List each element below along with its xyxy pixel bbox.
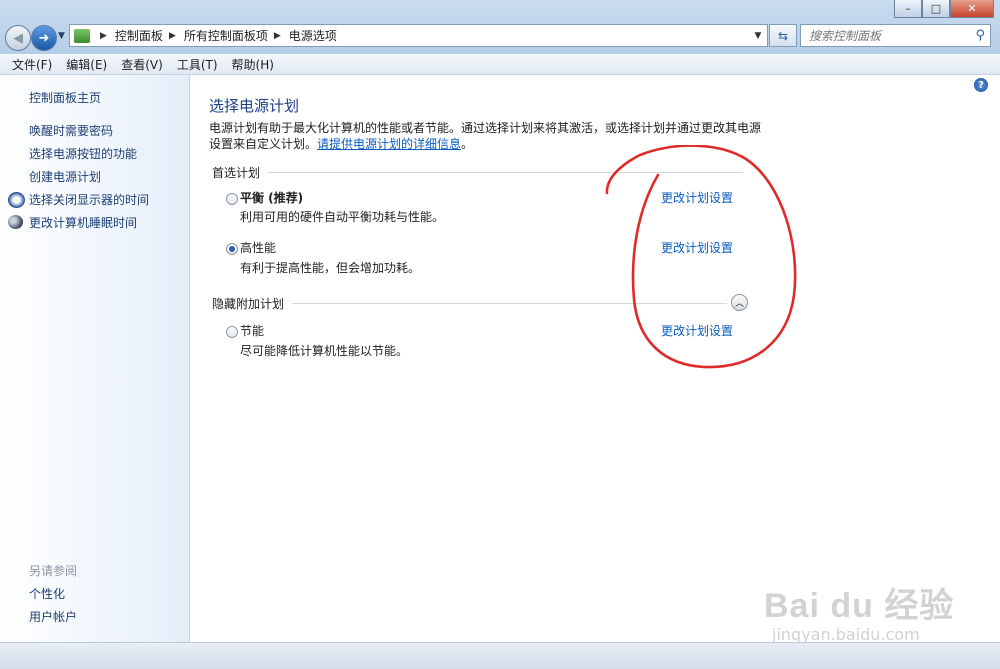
address-bar[interactable]: ▶ 控制面板 ▶ 所有控制面板项 ▶ 电源选项 ▼ bbox=[69, 24, 768, 47]
chevron-down-icon: ▼ bbox=[58, 31, 65, 41]
back-button[interactable]: ◀ bbox=[5, 25, 31, 51]
minimize-button[interactable]: – bbox=[894, 0, 922, 18]
plan-radio-power-saver[interactable] bbox=[226, 326, 238, 338]
search-box[interactable]: ⚲ bbox=[800, 24, 991, 47]
menu-bar: 文件(F) 编辑(E) 查看(V) 工具(T) 帮助(H) bbox=[0, 54, 1000, 75]
red-annotation-circle bbox=[605, 145, 797, 369]
arrow-right-icon: ➜ bbox=[38, 30, 50, 46]
clock-icon bbox=[8, 192, 25, 208]
plan-desc-balanced: 利用可用的硬件自动平衡功耗与性能。 bbox=[240, 210, 445, 224]
search-icon[interactable]: ⚲ bbox=[975, 28, 985, 43]
search-input[interactable] bbox=[807, 27, 971, 44]
title-bar: – □ ✕ ◀ ➜ ▼ ▶ 控制面板 ▶ 所有控制面板项 ▶ 电源选项 ▼ ⇆ … bbox=[0, 0, 1000, 54]
page-title: 选择电源计划 bbox=[209, 97, 300, 115]
refresh-button[interactable]: ⇆ bbox=[769, 24, 797, 47]
sidebar-item-power-buttons[interactable]: 选择电源按钮的功能 bbox=[29, 145, 137, 162]
menu-view[interactable]: 查看(V) bbox=[121, 56, 163, 73]
arrow-left-icon: ◀ bbox=[13, 30, 23, 46]
menu-file[interactable]: 文件(F) bbox=[12, 56, 52, 73]
close-button[interactable]: ✕ bbox=[950, 0, 994, 18]
plan-name-high-performance[interactable]: 高性能 bbox=[240, 239, 276, 256]
description-end: 。 bbox=[461, 137, 474, 151]
menu-tools[interactable]: 工具(T) bbox=[177, 56, 218, 73]
see-also-heading: 另请参阅 bbox=[29, 564, 78, 578]
plan-radio-high-performance[interactable] bbox=[226, 243, 238, 255]
breadcrumb-all-items[interactable]: 所有控制面板项 bbox=[184, 27, 268, 44]
watermark-url: jingyan.baidu.com bbox=[772, 625, 920, 644]
plan-name-power-saver[interactable]: 节能 bbox=[240, 322, 264, 339]
forward-button[interactable]: ➜ bbox=[31, 25, 57, 51]
sidebar: 控制面板主页 唤醒时需要密码 选择电源按钮的功能 创建电源计划 选择关闭显示器的… bbox=[0, 75, 190, 642]
chevron-right-icon[interactable]: ▶ bbox=[100, 31, 107, 41]
plan-desc-high-performance: 有利于提高性能，但会增加功耗。 bbox=[240, 261, 421, 275]
sidebar-item-user-accounts[interactable]: 用户帐户 bbox=[29, 608, 77, 625]
refresh-icon: ⇆ bbox=[777, 28, 789, 43]
maximize-button[interactable]: □ bbox=[922, 0, 950, 18]
sidebar-item-sleep-time[interactable]: 更改计算机睡眠时间 bbox=[29, 214, 137, 231]
plan-radio-balanced[interactable] bbox=[226, 193, 238, 205]
sidebar-item-create-plan[interactable]: 创建电源计划 bbox=[29, 168, 101, 185]
plan-desc-power-saver: 尽可能降低计算机性能以节能。 bbox=[240, 344, 409, 358]
control-panel-icon bbox=[74, 28, 90, 43]
chevron-right-icon[interactable]: ▶ bbox=[169, 31, 176, 41]
preferred-plans-heading: 首选计划 bbox=[212, 166, 261, 180]
main-content: ? 选择电源计划 电源计划有助于最大化计算机的性能或者节能。通过选择计划来将其激… bbox=[190, 75, 1000, 642]
menu-help[interactable]: 帮助(H) bbox=[232, 56, 274, 73]
sidebar-item-wake-password[interactable]: 唤醒时需要密码 bbox=[29, 122, 113, 139]
hidden-plans-heading: 隐藏附加计划 bbox=[212, 297, 285, 311]
help-icon[interactable]: ? bbox=[974, 78, 988, 92]
plan-name-balanced[interactable]: 平衡 (推荐) bbox=[240, 189, 303, 206]
sidebar-item-personalization[interactable]: 个性化 bbox=[29, 585, 65, 602]
chevron-right-icon[interactable]: ▶ bbox=[274, 31, 281, 41]
window-controls: – □ ✕ bbox=[894, 0, 994, 18]
breadcrumb-power-options[interactable]: 电源选项 bbox=[289, 27, 337, 44]
plan-details-link[interactable]: 请提供电源计划的详细信息 bbox=[317, 137, 461, 151]
baidu-logo: Bai du 经验 bbox=[764, 587, 955, 625]
status-bar bbox=[0, 642, 1000, 669]
watermark: Bai du 经验 jingyan.baidu.com bbox=[764, 578, 984, 644]
sidebar-item-home[interactable]: 控制面板主页 bbox=[29, 89, 101, 106]
sidebar-item-display-off[interactable]: 选择关闭显示器的时间 bbox=[29, 191, 149, 208]
address-dropdown-icon[interactable]: ▼ bbox=[749, 31, 767, 41]
moon-icon bbox=[8, 215, 23, 229]
recent-pages-dropdown[interactable]: ▼ bbox=[58, 31, 65, 41]
menu-edit[interactable]: 编辑(E) bbox=[66, 56, 107, 73]
breadcrumb-control-panel[interactable]: 控制面板 bbox=[115, 27, 163, 44]
